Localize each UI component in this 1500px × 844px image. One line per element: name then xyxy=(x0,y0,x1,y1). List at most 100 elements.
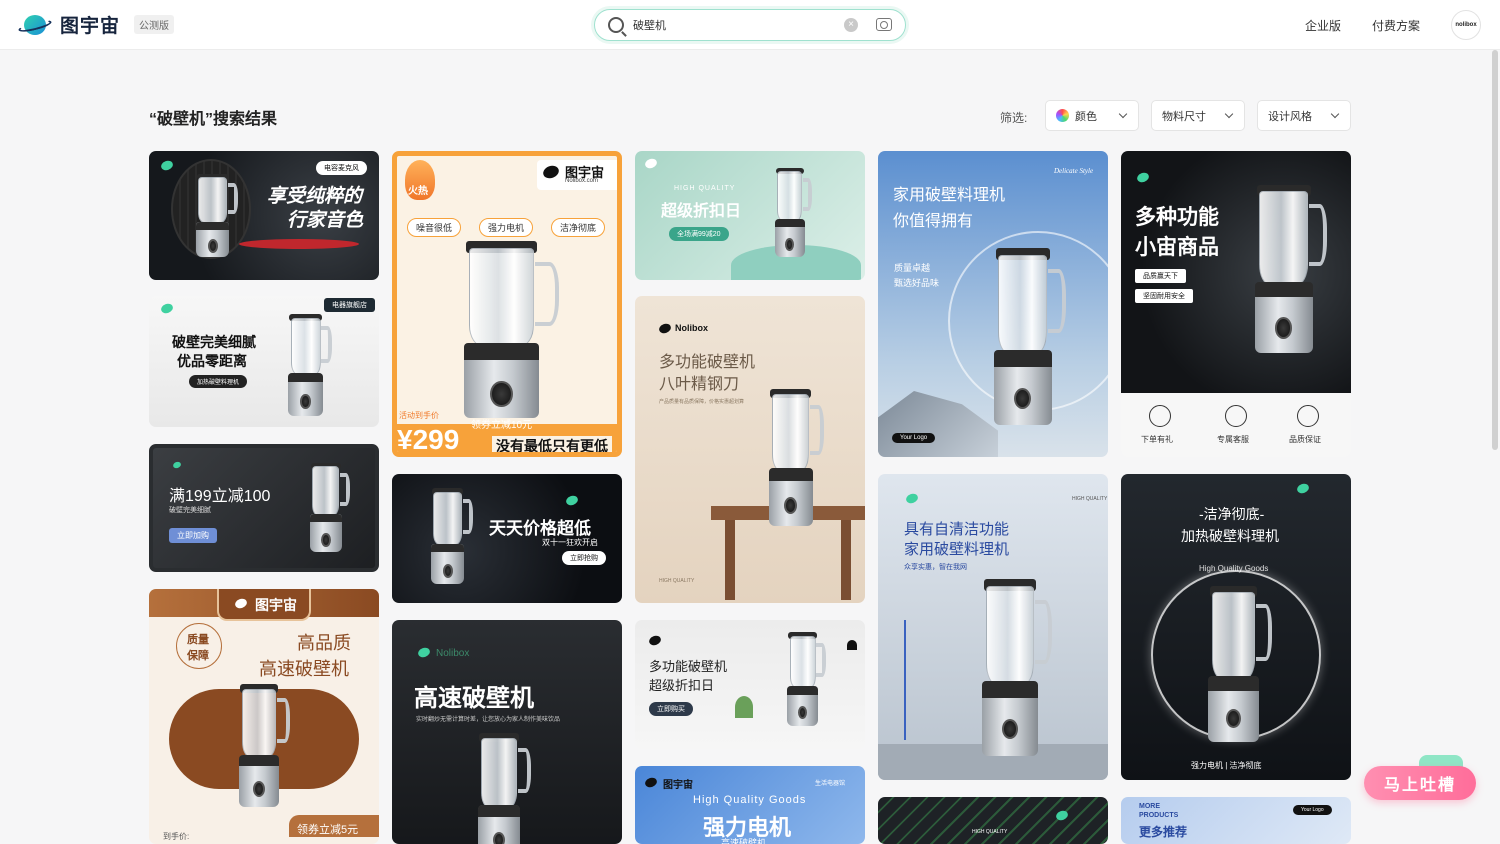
card-subtitle: 高速破壁机 xyxy=(721,838,767,844)
brand-leaf-icon xyxy=(172,460,182,470)
result-card[interactable]: Delicate Style 家用破壁料理机 你值得拥有 质量卓越 甄选好品味 … xyxy=(878,151,1108,457)
nav-enterprise[interactable]: 企业版 xyxy=(1305,17,1341,34)
card-title: 多种功能 xyxy=(1135,206,1219,229)
card-subtitle: 实时翻炒无需计算时差，让您放心为家人制作美味饮品 xyxy=(416,717,561,723)
card-price-label: 到手价: xyxy=(163,832,190,841)
card-brand: Nolibox xyxy=(436,648,470,659)
card-title: 行家音色 xyxy=(287,210,364,231)
card-cta-button[interactable]: 立即抢购 xyxy=(562,551,606,565)
result-card[interactable]: 多种功能 小宙商品 品质赢天下 坚固耐用安全 下单有礼 专属客服 品质保证 xyxy=(1121,151,1351,457)
result-card[interactable]: 满199立减100 破壁完美细腻 立即加购 xyxy=(149,444,379,572)
result-card[interactable]: 多功能破壁机 超级折扣日 立即购买 xyxy=(635,620,865,749)
clear-search-icon[interactable]: × xyxy=(844,18,858,32)
logo-text: 图宇宙 xyxy=(60,16,121,37)
card-foot: 强力电机 | 洁净彻底 xyxy=(1191,761,1262,770)
logo-badge: Your Logo xyxy=(892,433,936,443)
feature-tag: 强力电机 xyxy=(479,218,534,237)
card-title: 你值得拥有 xyxy=(893,213,974,230)
result-card[interactable]: HIGH QUALITY 超级折扣日 全场满99减20 xyxy=(635,151,865,280)
planet-logo-icon xyxy=(17,13,53,37)
brand-leaf-icon xyxy=(159,302,175,315)
line-decor xyxy=(904,620,906,740)
card-subtitle: 产品质量有品质保障，价格实惠超划算 xyxy=(659,399,745,405)
rock-decor xyxy=(878,391,998,457)
card-slogan: 没有最低只有更低 xyxy=(492,436,612,452)
plant-decor xyxy=(735,696,753,718)
card-title: 高速破壁机 xyxy=(414,685,534,712)
filter-size-dropdown[interactable]: 物料尺寸 xyxy=(1151,100,1245,131)
table-decor xyxy=(725,520,735,600)
filter-style-dropdown[interactable]: 设计风格 xyxy=(1257,100,1351,131)
result-card[interactable]: -洁净彻底- 加热破壁料理机 High Quality Goods 强力电机 |… xyxy=(1121,474,1351,780)
card-title: 小宙商品 xyxy=(1135,236,1219,259)
result-card[interactable]: 火热 图宇宙 Nolibox.com 噪音很低 强力电机 洁净彻底 活动到手价 … xyxy=(392,151,622,457)
brand-leaf-icon xyxy=(159,159,175,172)
blender-image xyxy=(233,684,291,807)
card-subtitle: 双十一狂欢开启 xyxy=(542,538,598,547)
card-title: 更多推荐 xyxy=(1139,825,1188,839)
card-pill: 全场满99减20 xyxy=(669,227,729,241)
brand-leaf-icon xyxy=(657,322,673,335)
table-decor xyxy=(841,520,851,600)
result-card[interactable]: 图宇宙 质量 保障 高品质 高速破壁机 到手价: 领券立减5元 xyxy=(149,589,379,844)
card-tag: 坚固耐用安全 xyxy=(1135,289,1193,303)
blender-image xyxy=(305,462,351,552)
card-title: 家用破壁料理机 xyxy=(893,187,1006,204)
filter-color-dropdown[interactable]: 颜色 xyxy=(1045,100,1139,131)
brand-leaf-icon xyxy=(1054,809,1070,822)
card-eyebrow: PRODUCTS xyxy=(1139,812,1179,819)
card-eyebrow: High Quality Goods xyxy=(693,794,807,806)
camera-search-icon[interactable] xyxy=(876,18,892,31)
card-title: -洁净彻底- xyxy=(1199,506,1265,522)
color-wheel-icon xyxy=(1056,109,1069,122)
card-cta-button[interactable]: 立即加购 xyxy=(169,528,217,543)
search-icon[interactable] xyxy=(608,17,624,33)
price-label: 活动到手价 xyxy=(399,411,439,420)
feature-tag: 噪音很低 xyxy=(407,218,462,237)
user-avatar[interactable]: nolibox xyxy=(1451,10,1481,40)
filter-label: 筛选: xyxy=(1000,111,1028,125)
search-input[interactable] xyxy=(633,16,833,34)
blender-image xyxy=(986,248,1068,425)
card-tag: 品质赢天下 xyxy=(1135,269,1186,283)
result-card[interactable]: Nolibox 高速破壁机 实时翻炒无需计算时差，让您放心为家人制作美味饮品 xyxy=(392,620,622,844)
card-title: 满199立减100 xyxy=(169,488,271,505)
card-cta-button[interactable]: 立即购买 xyxy=(649,702,693,716)
filter-style-label: 设计风格 xyxy=(1268,110,1312,123)
card-eyebrow: HIGH QUALITY xyxy=(674,185,736,192)
search-bar: × xyxy=(594,9,906,41)
feature-label: 品质保证 xyxy=(1289,435,1321,444)
result-card[interactable]: HIGH QUALITY xyxy=(878,797,1108,844)
result-card[interactable]: Your Logo MORE PRODUCTS 更多推荐 xyxy=(1121,797,1351,844)
results-title: “破壁机”搜索结果 xyxy=(149,111,278,128)
card-brand-sub: Nolibox.com xyxy=(565,178,599,184)
card-brand: 图宇宙 xyxy=(255,597,297,613)
brand-leaf-icon xyxy=(904,492,920,505)
feedback-button[interactable]: 马上吐槽 xyxy=(1364,766,1476,800)
card-title: 具有自清洁功能 xyxy=(904,521,1010,538)
page-scrollbar[interactable] xyxy=(1492,50,1498,450)
card-badge: 电器旗舰店 xyxy=(324,298,375,312)
card-title: 家用破壁料理机 xyxy=(904,541,1010,558)
card-title: 多功能破壁机 xyxy=(649,659,728,674)
lamp-decor xyxy=(847,640,857,650)
card-decor xyxy=(239,239,359,249)
result-card[interactable]: 天天价格超低 双十一狂欢开启 立即抢购 xyxy=(392,474,622,603)
result-card[interactable]: 电容麦克风 享受纯粹的 行家音色 xyxy=(149,151,379,280)
card-title: 超级折扣日 xyxy=(661,203,742,220)
nav-pricing[interactable]: 付费方案 xyxy=(1372,17,1420,34)
card-eyebrow: MORE xyxy=(1139,803,1160,810)
blender-image xyxy=(763,388,825,526)
card-title: 天天价格超低 xyxy=(489,519,591,538)
result-card[interactable]: Nolibox 多功能破壁机 八叶精钢刀 产品质量有品质保障，价格实惠超划算 H… xyxy=(635,296,865,603)
logo-badge: Your Logo xyxy=(1293,805,1332,815)
feature-label: 专属客服 xyxy=(1217,435,1249,444)
blender-image xyxy=(1201,586,1273,742)
card-subtitle: 质量卓越 xyxy=(894,263,931,273)
site-logo[interactable]: 图宇宙 公测版 xyxy=(17,11,175,38)
brand-leaf-icon xyxy=(416,646,432,659)
result-card[interactable]: 图宇宙 生活电器馆 High Quality Goods 强力电机 高速破壁机 xyxy=(635,766,865,844)
result-card[interactable]: 电器旗舰店 破壁完美细腻 优品零距离 加热破壁料理机 xyxy=(149,296,379,427)
result-card[interactable]: HIGH QUALITY 具有自清洁功能 家用破壁料理机 众享实惠，智在我网 xyxy=(878,474,1108,780)
brand-leaf-icon xyxy=(1295,482,1311,495)
